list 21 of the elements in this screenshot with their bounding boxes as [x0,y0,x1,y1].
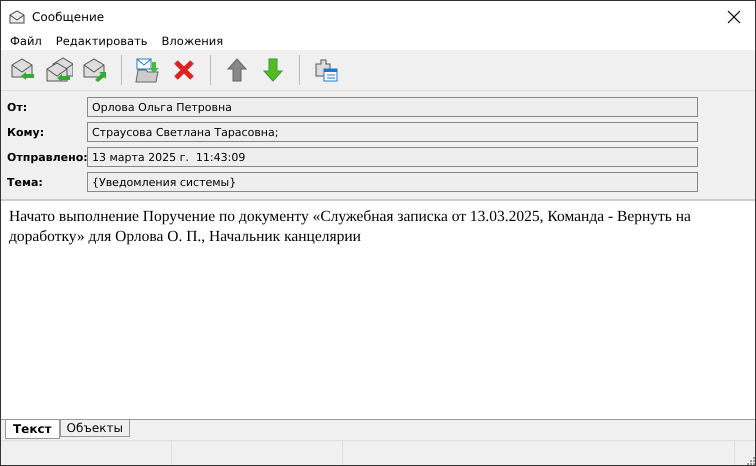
field-value: {Уведомления системы} [87,172,698,192]
tab[interactable]: Текст [5,420,60,439]
field-label: Тема: [7,176,44,188]
envelope-icon [9,10,25,24]
resize-grip-icon[interactable] [745,455,755,465]
envelopes-reply-icon[interactable] [45,56,73,84]
menu-item[interactable]: Вложения [154,34,230,48]
field-label: Кому: [7,126,46,138]
field-label: От: [7,100,28,114]
envelope-folder-icon[interactable] [134,56,162,84]
menu-item[interactable]: Файл [3,34,49,48]
close-icon[interactable] [727,10,741,24]
tab[interactable]: Объекты [60,420,130,437]
field-value: 13 марта 2025 г. 11:43:09 [87,147,698,167]
field-value: Страусова Светлана Тарасовна; [87,122,698,142]
message-text: Начато выполнение Поручение по документу «Служебная записка от 13.03.2025, Команда - Вернуть на доработку» для Орлова О. П., Начальник канцелярии [8,207,692,247]
field-value: Орлова Ольга Петровна [87,97,698,117]
field-label: Отправлено: [7,150,87,164]
window-title: Сообщение [32,10,106,24]
menu-item[interactable]: Редактировать [48,34,155,48]
envelope-forward-icon[interactable] [81,56,109,84]
